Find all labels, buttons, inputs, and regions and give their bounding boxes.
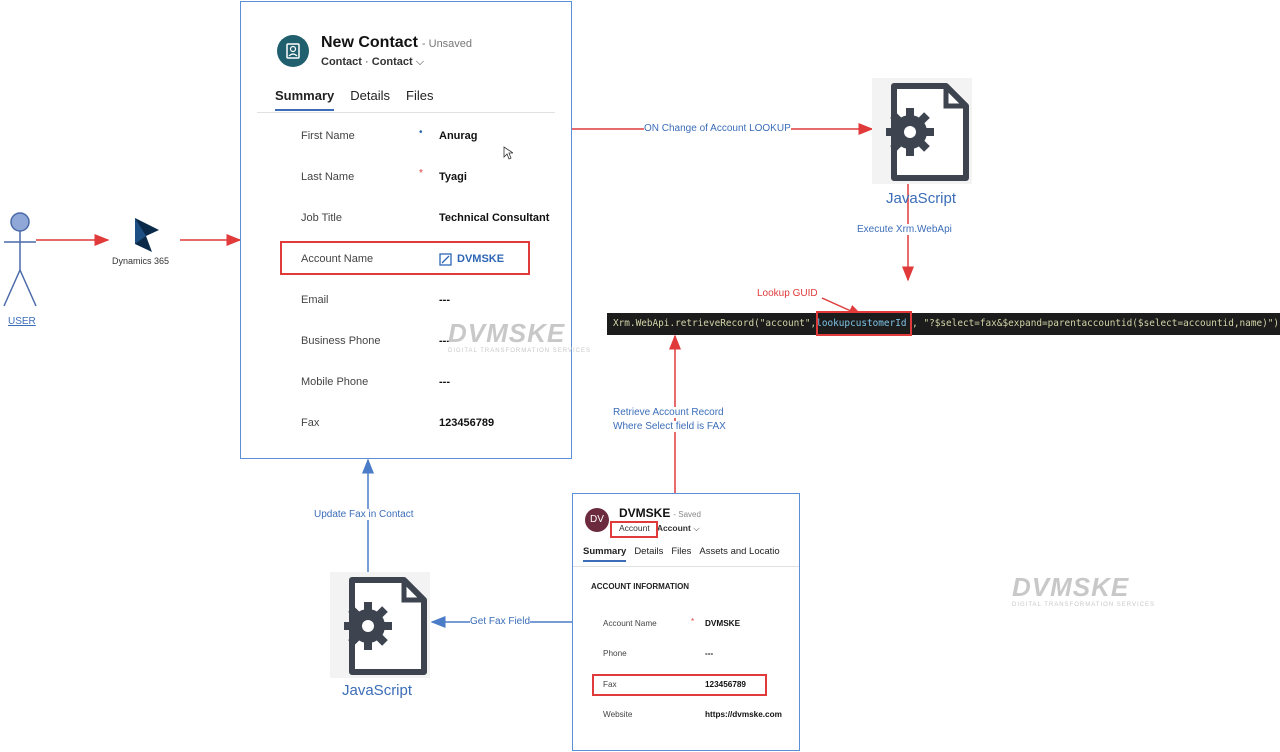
contact-status: - Unsaved: [421, 38, 473, 50]
account-avatar: DV: [585, 508, 609, 532]
contact-form-panel: New Contact - Unsaved Contact · Contact ⌵…: [240, 1, 572, 459]
contact-entity: Contact: [321, 56, 362, 68]
chevron-down-icon[interactable]: ⌵: [416, 56, 424, 68]
account-name-input[interactable]: DVMSKE: [705, 619, 740, 628]
retrieve-label-line1: Retrieve Account Record: [613, 407, 724, 418]
contact-avatar-icon: [277, 35, 309, 67]
javascript-top-label: JavaScript: [886, 190, 957, 207]
watermark-subtext: DIGITAL TRANSFORMATION SERVICES: [1012, 602, 1156, 608]
user-label[interactable]: USER: [8, 316, 36, 327]
field-label: Fax: [301, 417, 320, 429]
subtitle-separator: ·: [365, 56, 369, 68]
field-label: Account Name: [603, 619, 657, 628]
account-tabs: Summary Details Files Assets and Locatio: [583, 546, 780, 562]
website-input[interactable]: https://dvmske.com: [705, 710, 782, 719]
tab-details[interactable]: Details: [634, 546, 663, 562]
contact-form-selector[interactable]: Contact: [372, 56, 413, 68]
contact-form: New Contact - Unsaved Contact · Contact ⌵…: [257, 24, 555, 436]
javascript-file-gear-icon: [872, 78, 972, 184]
field-last-name: Last Name * Tyagi: [301, 168, 551, 191]
get-fax-label: Get Fax Field: [470, 616, 531, 627]
watermark-subtext: DIGITAL TRANSFORMATION SERVICES: [448, 348, 592, 354]
field-job-title: Job Title Technical Consultant: [301, 212, 551, 232]
field-label: First Name: [301, 130, 355, 142]
onchange-label: ON Change of Account LOOKUP: [644, 123, 791, 134]
last-name-input[interactable]: Tyagi: [439, 171, 467, 183]
phone-input[interactable]: ---: [705, 649, 713, 658]
contact-form-header: New Contact - Unsaved Contact · Contact ⌵…: [257, 24, 555, 113]
account-form-selector[interactable]: Account: [657, 523, 691, 533]
update-fax-label: Update Fax in Contact: [314, 509, 414, 520]
field-label: Email: [301, 294, 329, 306]
chevron-down-icon[interactable]: ⌵: [693, 523, 699, 533]
field-label: Last Name: [301, 171, 355, 183]
contact-title: New Contact - Unsaved: [321, 34, 472, 52]
cursor-icon: [503, 146, 513, 160]
lookup-guid-label: Lookup GUID: [757, 288, 818, 299]
watermark-logo: DVMSKE: [1012, 572, 1130, 602]
section-heading: ACCOUNT INFORMATION: [591, 582, 690, 591]
tab-assets-and-locations[interactable]: Assets and Locatio: [699, 546, 779, 562]
field-label: Business Phone: [301, 335, 381, 347]
javascript-file-gear-icon: [330, 572, 430, 678]
account-form-panel: DV DVMSKE - Saved Account Account ⌵ Summa…: [572, 493, 800, 751]
tab-details[interactable]: Details: [350, 88, 390, 111]
field-label: Website: [603, 710, 633, 719]
account-title-text: DVMSKE: [619, 506, 671, 520]
contact-title-text: New Contact: [321, 34, 418, 51]
job-title-input[interactable]: Technical Consultant: [439, 212, 549, 224]
field-first-name: First Name • Anurag: [301, 127, 551, 150]
tab-summary[interactable]: Summary: [583, 546, 627, 562]
account-status: - Saved: [673, 510, 701, 519]
recommended-marker: •: [419, 127, 423, 138]
mobile-phone-input[interactable]: ---: [439, 376, 450, 388]
first-name-input[interactable]: Anurag: [439, 130, 478, 142]
field-label: Mobile Phone: [301, 376, 369, 388]
account-title: DVMSKE - Saved: [619, 506, 701, 520]
account-name-highlight: [280, 241, 530, 275]
dynamics365-logo: [135, 218, 159, 252]
javascript-bottom-label: JavaScript: [342, 682, 413, 699]
tab-files[interactable]: Files: [406, 88, 433, 111]
email-input[interactable]: ---: [439, 294, 450, 306]
webapi-code-snippet: Xrm.WebApi.retrieveRecord("account",look…: [607, 313, 1280, 335]
retrieve-label-line2: Where Select field is FAX: [613, 421, 726, 432]
account-entity-highlight: [610, 521, 658, 538]
dynamics365-label: Dynamics 365: [112, 256, 170, 266]
tab-summary[interactable]: Summary: [275, 88, 335, 111]
user-icon: [3, 212, 37, 307]
field-label: Job Title: [301, 212, 342, 224]
fax-highlight: [592, 674, 767, 696]
field-email: Email ---: [301, 294, 551, 314]
field-label: Phone: [603, 649, 627, 658]
field-fax: Fax 123456789: [301, 417, 551, 437]
tab-files[interactable]: Files: [671, 546, 691, 562]
code-part-3: , "?$select=fax&$expand=parentaccountid(…: [906, 318, 1280, 329]
execute-label: Execute Xrm.WebApi: [857, 224, 952, 235]
watermark-logo: DVMSKE: [448, 318, 566, 348]
tabs-divider: [573, 566, 799, 567]
fax-input[interactable]: 123456789: [439, 417, 494, 429]
required-marker: *: [419, 168, 423, 179]
contact-subtitle: Contact · Contact ⌵: [321, 56, 424, 69]
contact-tabs: Summary Details Files: [275, 88, 433, 111]
lookup-guid-highlight: [816, 311, 912, 336]
required-marker: *: [691, 617, 695, 626]
code-part-1: Xrm.WebApi.retrieveRecord("account",: [613, 318, 817, 329]
field-mobile-phone: Mobile Phone ---: [301, 376, 551, 396]
